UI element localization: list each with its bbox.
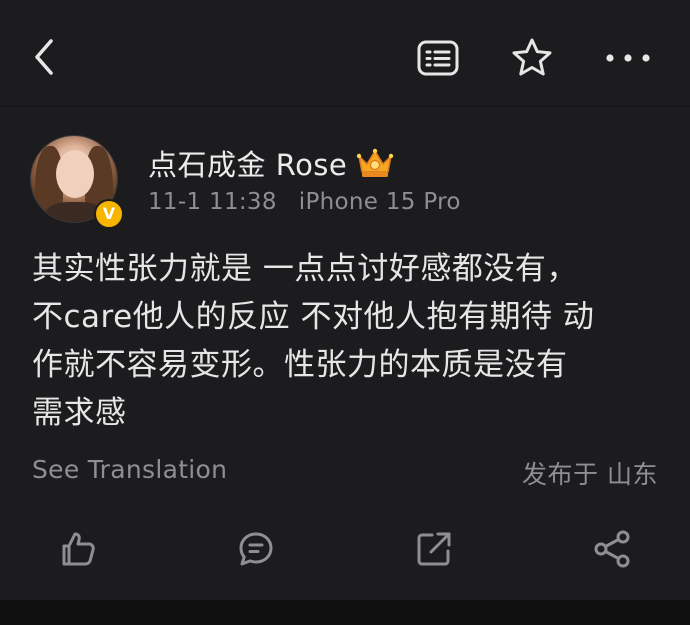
content-line: 作就不容易变形。性张力的本质是没有 [32, 347, 568, 383]
chevron-left-icon[interactable] [22, 35, 66, 79]
top-navigation-bar [0, 0, 690, 107]
verified-badge: V [94, 199, 124, 229]
comment-icon [239, 532, 273, 566]
author-name[interactable]: 点石成金 Rose [148, 142, 347, 184]
see-translation-link[interactable]: See Translation [32, 455, 227, 484]
crown-icon[interactable] [355, 146, 395, 180]
like-button[interactable] [56, 527, 100, 571]
thumbs-up-icon [62, 532, 95, 566]
post-timestamp: 11-1 11:38 [148, 189, 277, 215]
share-button[interactable] [590, 527, 634, 571]
post-card: V 点石成金 Rose 11-1 11:38 iPhone 15 Pro 其实性… [0, 107, 690, 593]
action-bar [0, 517, 690, 577]
content-line: 其实性张力就是 一点点讨好感都没有， [32, 251, 578, 287]
post-location: 发布于 山东 [522, 460, 658, 489]
comment-button[interactable] [234, 527, 278, 571]
post-detail-screen: V 点石成金 Rose 11-1 11:38 iPhone 15 Pro 其实性… [0, 0, 690, 625]
repost-button[interactable] [412, 527, 456, 571]
post-meta: 11-1 11:38 iPhone 15 Pro [148, 189, 461, 215]
post-content: 其实性张力就是 一点点讨好感都没有， 不care他人的反应 不对他人抱有期待 动… [32, 245, 662, 437]
more-horizontal-icon[interactable] [602, 40, 654, 76]
reader-mode-icon[interactable] [414, 36, 462, 80]
content-line: 需求感 [32, 395, 127, 431]
post-device: iPhone 15 Pro [298, 189, 461, 215]
repost-icon [417, 532, 451, 566]
content-line: 不care他人的反应 不对他人抱有期待 动 [32, 299, 595, 335]
author-row: 点石成金 Rose [148, 143, 395, 183]
avatar[interactable]: V [30, 135, 124, 229]
bottom-divider [0, 600, 690, 625]
star-icon[interactable] [508, 34, 556, 82]
share-icon [594, 530, 630, 568]
